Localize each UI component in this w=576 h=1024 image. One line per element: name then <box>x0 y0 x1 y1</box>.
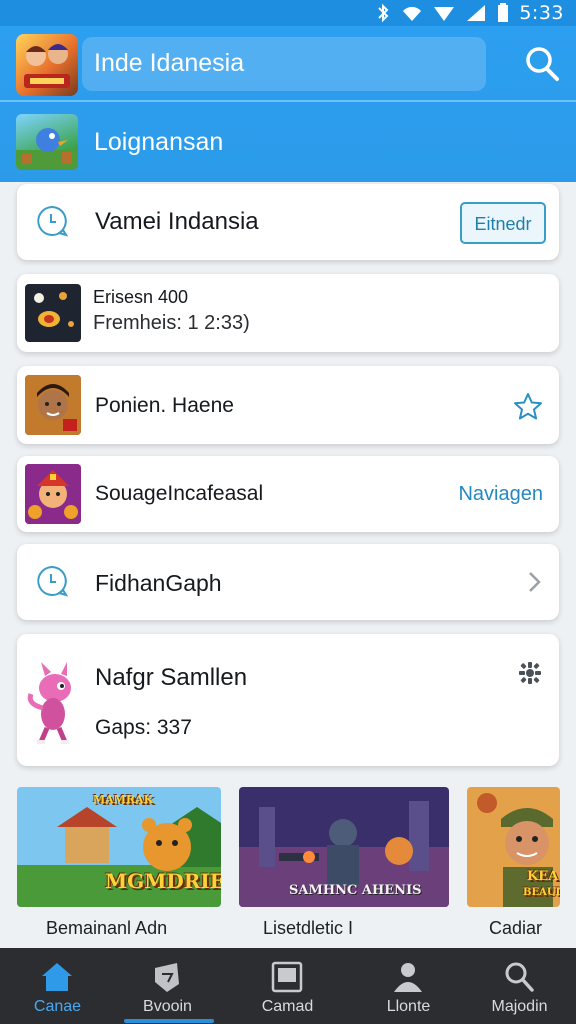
battery-icon <box>498 3 509 22</box>
hero-card[interactable]: Ponien. Haene <box>17 366 559 444</box>
food-icon <box>34 292 74 327</box>
game-tile-1-overlay: MGMDRIES <box>105 869 221 893</box>
enter-button[interactable]: Eitnedr <box>460 202 546 244</box>
nav-bvooin-label: Bvooin <box>143 998 192 1015</box>
shop-thumbnail <box>25 464 81 524</box>
chat-search-icon <box>37 565 69 597</box>
event-card[interactable]: Erisesn 400 Fremheis: 1 2:33) <box>17 274 559 352</box>
search-icon <box>526 47 559 81</box>
game-tile-3-caption: Cadiar <box>489 918 543 938</box>
search-field-text: Inde Idanesia <box>94 49 245 77</box>
game-tile-3[interactable]: KEA BEAUD <box>467 787 560 907</box>
bluetooth-icon <box>378 3 389 23</box>
search-icon <box>505 962 534 992</box>
nav-active-indicator <box>124 1019 214 1023</box>
profile-card[interactable]: Nafgr Samllen Gaps: 337 <box>17 634 559 766</box>
logo-characters-icon <box>24 44 70 88</box>
character-portrait-icon <box>25 375 81 435</box>
game-tile-2-caption: Lisetdletic I <box>263 918 354 938</box>
nav-llonte-label: Llonte <box>386 998 431 1015</box>
nav-bvooin[interactable]: Bvooin <box>110 948 225 1024</box>
game-tile-1[interactable]: MAMRAK MGMDRIES <box>17 787 221 907</box>
chevron-right-icon <box>529 572 541 592</box>
status-bar: 5:33 <box>0 0 576 26</box>
game-tile-1-caption: Bemainanl Adn <box>46 918 168 938</box>
game-tile-3-overlay: KEA <box>527 869 559 884</box>
game-logo[interactable] <box>16 114 78 170</box>
app-header: Inde Idanesia Loignansan <box>0 26 576 182</box>
home-icon <box>42 963 72 991</box>
app-logo[interactable] <box>16 34 78 96</box>
hero-thumbnail <box>25 375 81 435</box>
pink-creature-avatar <box>27 662 71 744</box>
game-tile-2[interactable]: SAMHNC AHENIS <box>239 787 449 907</box>
event-line-2: Fremheis: 1 2:33) <box>93 312 250 334</box>
section-title: Loignansan <box>94 128 224 156</box>
nav-home-label: Canae <box>33 998 82 1015</box>
hero-title: Ponien. Haene <box>95 394 234 417</box>
profile-stats: Gaps: 337 <box>95 716 192 739</box>
hotspot-icon <box>403 6 422 22</box>
event-thumbnail <box>25 284 81 342</box>
warrior-character-icon <box>25 464 81 524</box>
shield-icon <box>155 963 179 992</box>
settings-gear-icon[interactable] <box>517 660 543 686</box>
search-field[interactable]: Inde Idanesia <box>82 37 486 91</box>
nav-majodin[interactable]: Majodin <box>462 948 576 1024</box>
nav-llonte[interactable]: Llonte <box>351 948 466 1024</box>
game-tile-3-overlay-bottom: BEAUD <box>523 887 560 898</box>
welcome-title: Vamei Indansia <box>95 208 259 235</box>
nav-camad-label: Camad <box>261 998 314 1015</box>
nav-camad[interactable]: Camad <box>230 948 345 1024</box>
status-icons: 5:33 <box>375 2 564 24</box>
find-card[interactable]: FidhanGaph <box>17 544 559 620</box>
find-title: FidhanGaph <box>95 570 222 596</box>
welcome-card[interactable]: Vamei Indansia Eitnedr <box>17 184 559 260</box>
signal-icon <box>467 5 486 21</box>
bird-game-icon <box>16 128 78 170</box>
profile-name: Nafgr Samllen <box>95 664 248 691</box>
person-icon <box>394 963 422 992</box>
search-button[interactable] <box>520 42 564 86</box>
status-time: 5:33 <box>519 2 564 24</box>
bottom-navigation: Canae Bvooin Camad Llonte Majodin <box>0 948 576 1024</box>
chat-icon <box>37 205 69 237</box>
shop-title: SouageIncafeasal <box>95 482 264 505</box>
wifi-icon <box>434 7 455 21</box>
header-divider <box>0 100 576 102</box>
frame-icon <box>271 961 303 993</box>
favorite-star-icon[interactable] <box>513 392 543 420</box>
nav-home[interactable]: Canae <box>0 948 115 1024</box>
game-tile-2-overlay: SAMHNC AHENIS <box>289 883 422 898</box>
shop-card[interactable]: SouageIncafeasal Naviagen <box>17 456 559 532</box>
nav-majodin-label: Majodin <box>491 998 548 1015</box>
game-tile-1-overlay-top: MAMRAK <box>93 793 154 806</box>
navigation-link[interactable]: Naviagen <box>458 483 543 506</box>
event-line-1: Erisesn 400 <box>93 287 189 307</box>
